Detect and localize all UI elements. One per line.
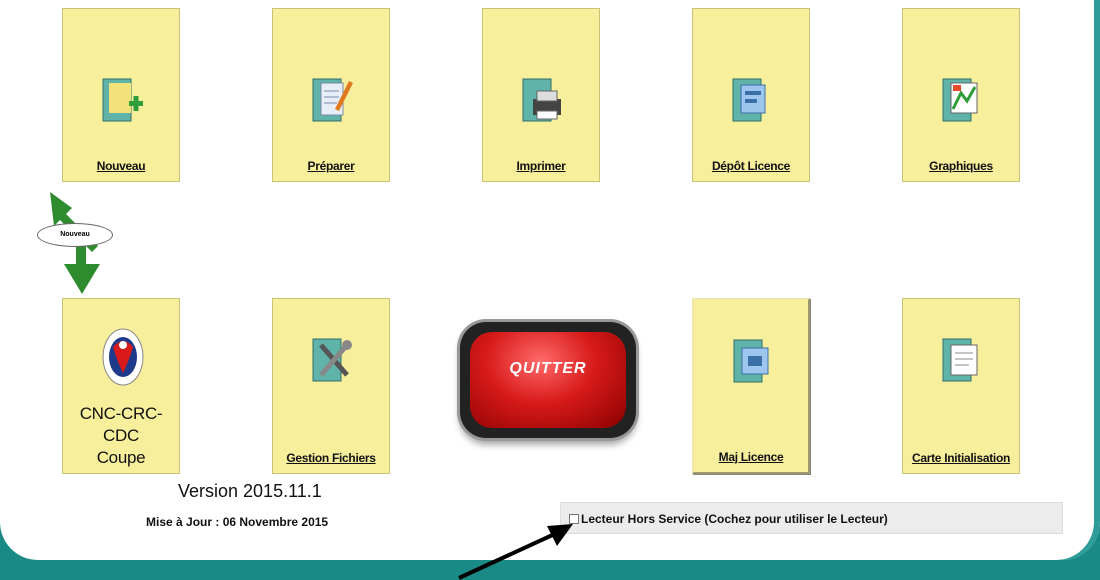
preparer-label: Préparer: [307, 159, 355, 173]
version-text: Version 2015.11.1: [178, 481, 322, 501]
new-folder-icon: [102, 78, 143, 122]
reader-option[interactable]: Lecteur Hors Service (Cochez pour utilis…: [560, 502, 1063, 534]
cnc-label-line2: Coupe: [96, 448, 146, 467]
quit-label: QUITTER: [509, 360, 587, 377]
cnc-crc-cdc-label: CNC-CRC-CDC Coupe: [63, 403, 179, 469]
carte-initialisation-button[interactable]: Carte Initialisation: [902, 298, 1020, 474]
cnc-label-line1: CNC-CRC-CDC: [79, 404, 163, 445]
imprimer-label: Imprimer: [516, 159, 566, 173]
carte-initialisation-label: Carte Initialisation: [911, 451, 1011, 465]
prepare-document-icon: [312, 78, 353, 122]
nouveau-label: Nouveau: [96, 159, 146, 173]
gestion-fichiers-label: Gestion Fichiers: [286, 451, 376, 465]
nouveau-button[interactable]: Nouveau: [62, 8, 180, 182]
reader-option-label: Lecteur Hors Service (Cochez pour utilis…: [581, 512, 888, 526]
quit-button-face: QUITTER: [470, 332, 626, 428]
license-update-icon: [733, 339, 769, 383]
imprimer-button[interactable]: Imprimer: [482, 8, 600, 182]
new-badge: Nouveau: [37, 223, 113, 247]
annotation-arrow-icon: [458, 524, 573, 580]
printer-icon: [522, 78, 561, 122]
cnc-crc-cdc-button[interactable]: CNC-CRC-CDC Coupe: [62, 298, 180, 474]
quit-button[interactable]: QUITTER: [460, 322, 636, 438]
charts-icon: [942, 78, 978, 122]
update-date-text: Mise à Jour : 06 Novembre 2015: [146, 515, 329, 529]
maj-licence-label: Maj Licence: [718, 450, 784, 464]
card-init-icon: [942, 338, 978, 382]
maj-licence-button[interactable]: Maj Licence: [692, 298, 810, 474]
graphiques-label: Graphiques: [929, 159, 993, 173]
depot-licence-button[interactable]: Dépôt Licence: [692, 8, 810, 182]
graphiques-button[interactable]: Graphiques: [902, 8, 1020, 182]
preparer-button[interactable]: Préparer: [272, 8, 390, 182]
tools-icon: [312, 338, 352, 382]
depot-licence-label: Dépôt Licence: [711, 159, 791, 173]
main-panel: Nouveau Préparer Imprimer Dépôt Licence: [0, 0, 1100, 580]
license-deposit-icon: [732, 78, 766, 122]
rooster-emblem-icon: [102, 328, 144, 386]
gestion-fichiers-button[interactable]: Gestion Fichiers: [272, 298, 390, 474]
